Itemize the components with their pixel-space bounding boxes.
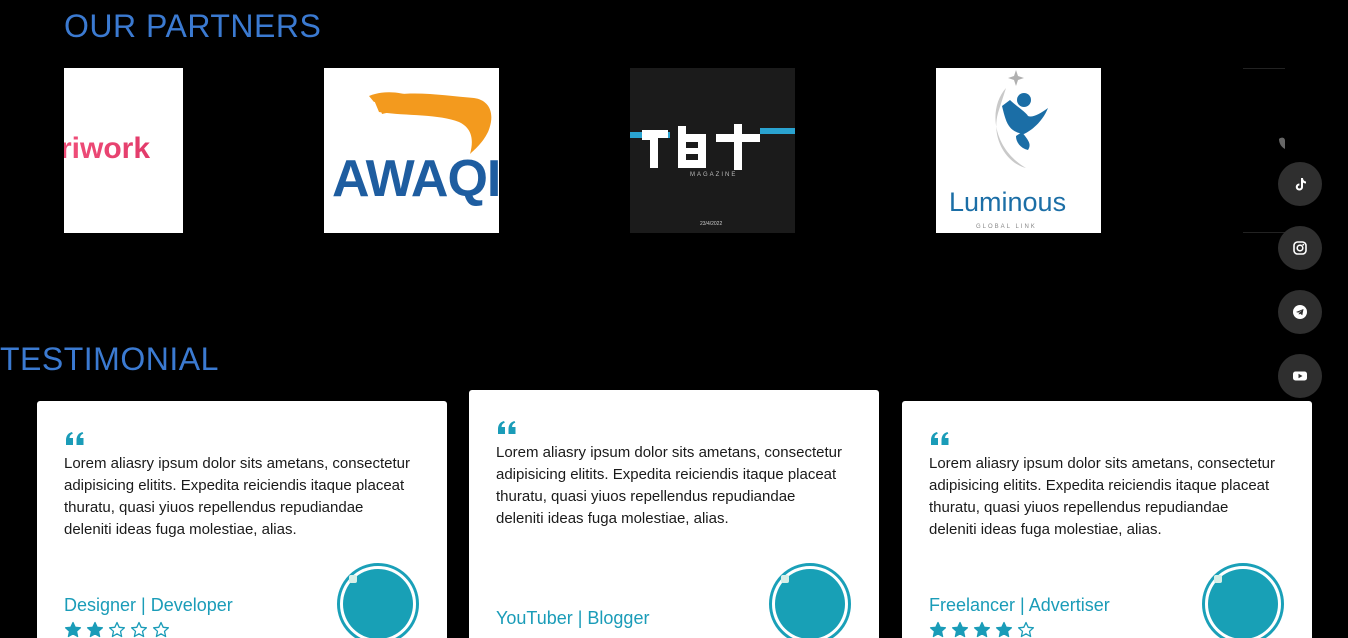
partner-logo-partial[interactable] [1243, 68, 1285, 233]
testimonial-role: YouTuber | Blogger [496, 608, 650, 628]
star-filled-icon [995, 621, 1013, 638]
avatar [769, 563, 851, 638]
partner-logo-awaqi[interactable]: AWAQI [324, 68, 499, 233]
quote-icon [931, 432, 949, 445]
telegram-button[interactable] [1278, 290, 1322, 334]
luminous-logo-subtext: GLOBAL LINK [976, 224, 1037, 230]
youtube-button[interactable] [1278, 354, 1322, 398]
testimonial-card: Lorem aliasry ipsum dolor sits ametans, … [37, 401, 447, 638]
star-filled-icon [64, 621, 82, 638]
star-filled-icon [951, 621, 969, 638]
testimonial-card: Lorem aliasry ipsum dolor sits ametans, … [469, 390, 879, 638]
magazine-logo-date: 23/4/2022 [700, 221, 722, 227]
tiktok-icon [1295, 178, 1306, 191]
testimonial-title: TESTIMONIAL [0, 341, 219, 377]
luminous-logo-text: Luminous [949, 187, 1066, 217]
instagram-icon [1293, 241, 1307, 255]
star-empty-icon [130, 621, 148, 638]
partner-logo-magazine[interactable]: MAGAZINE 23/4/2022 [630, 68, 795, 233]
testimonial-card: Lorem aliasry ipsum dolor sits ametans, … [902, 401, 1312, 638]
quote-icon [66, 432, 84, 445]
star-empty-icon [108, 621, 126, 638]
partner-logo-luminous[interactable]: Luminous GLOBAL LINK [936, 68, 1101, 233]
star-empty-icon [152, 621, 170, 638]
star-filled-icon [929, 621, 947, 638]
quote-icon [498, 421, 516, 434]
testimonial-role: Freelancer | Advertiser [929, 595, 1110, 615]
rating-stars [929, 621, 1035, 638]
star-filled-icon [973, 621, 991, 638]
telegram-icon [1293, 305, 1307, 319]
youtube-icon [1293, 371, 1307, 381]
testimonial-text: Lorem aliasry ipsum dolor sits ametans, … [496, 444, 842, 527]
avatar [337, 563, 419, 638]
magazine-logo-text: MAGAZINE [690, 172, 737, 178]
partners-title: OUR PARTNERS [64, 8, 322, 44]
avatar [1202, 563, 1284, 638]
tiktok-button[interactable] [1278, 162, 1322, 206]
testimonial-text: Lorem aliasry ipsum dolor sits ametans, … [929, 455, 1275, 538]
instagram-button[interactable] [1278, 226, 1322, 270]
partner-logo-riwork[interactable]: riwork [64, 68, 183, 233]
awaqi-logo-text: AWAQI [332, 150, 499, 208]
riwork-logo-text: riwork [64, 132, 150, 165]
testimonial-role: Designer | Developer [64, 595, 233, 615]
rating-stars [64, 621, 170, 638]
star-filled-icon [86, 621, 104, 638]
star-empty-icon [1017, 621, 1035, 638]
testimonial-text: Lorem aliasry ipsum dolor sits ametans, … [64, 455, 410, 538]
